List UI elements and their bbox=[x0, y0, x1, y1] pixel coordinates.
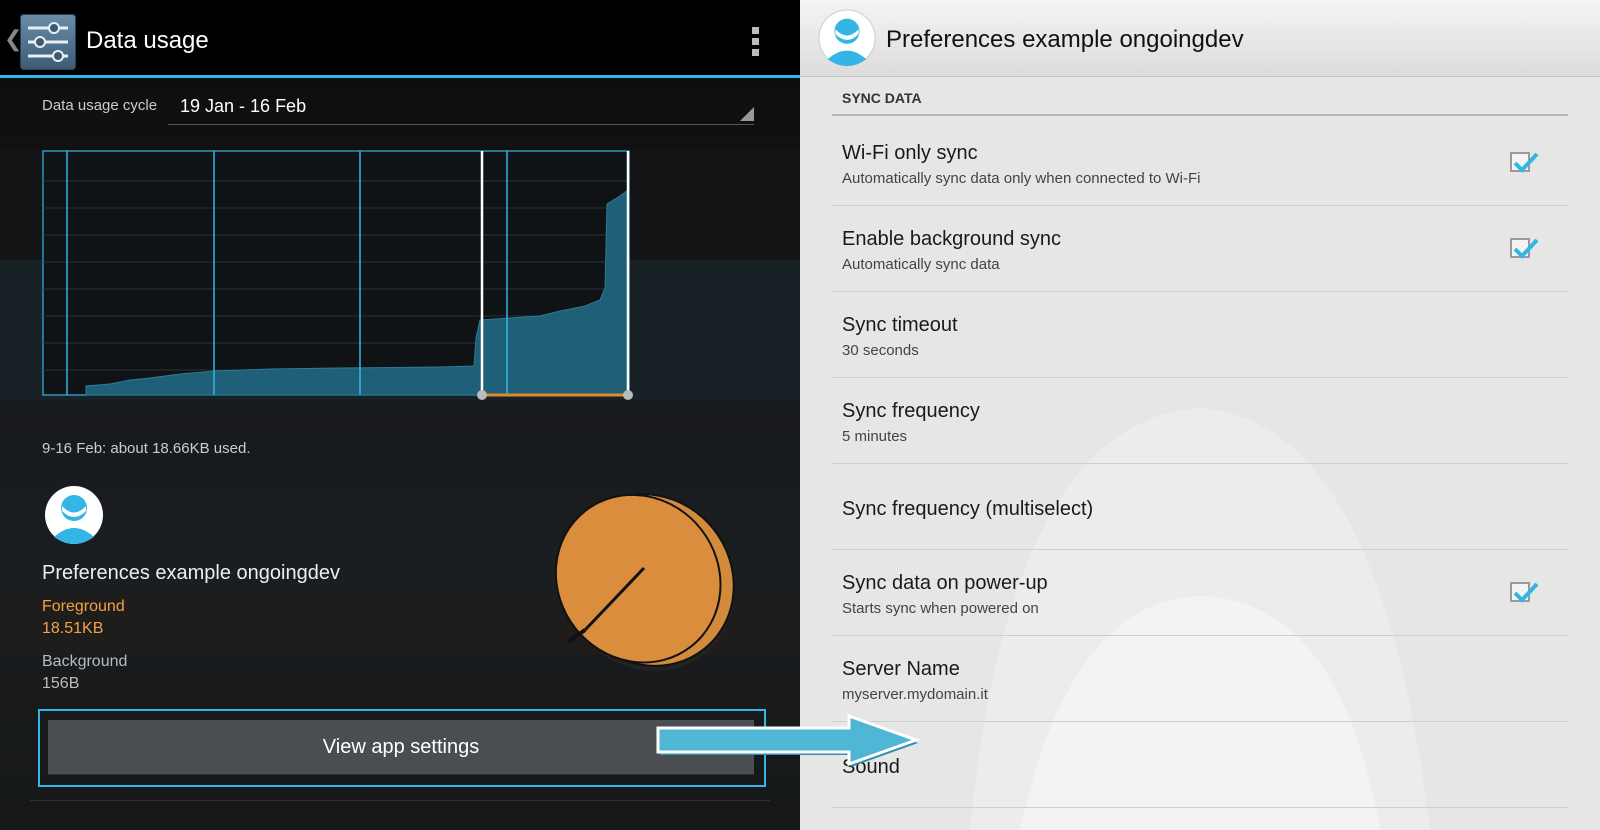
pref-title: Sync timeout bbox=[842, 314, 958, 336]
background-value: 156B bbox=[42, 675, 80, 692]
foreground-value: 18.51KB bbox=[42, 620, 104, 637]
action-bar-title: Preferences example ongoingdev bbox=[886, 26, 1244, 53]
pref-title: Enable background sync bbox=[842, 228, 1062, 250]
navigation-arrow-icon bbox=[656, 713, 921, 767]
pref-title: Sync frequency (multiselect) bbox=[842, 498, 1094, 520]
checkbox-checked-icon[interactable] bbox=[1510, 152, 1539, 173]
pref-title: Wi-Fi only sync bbox=[842, 142, 978, 164]
pref-sync-timeout[interactable]: Sync timeout 30 seconds bbox=[832, 292, 1568, 378]
pref-title: Sync frequency bbox=[842, 400, 980, 422]
data-usage-cycle-label: Data usage cycle bbox=[42, 97, 158, 114]
usage-pie-chart bbox=[554, 493, 735, 672]
divider bbox=[30, 800, 770, 801]
cycle-value: 19 Jan - 16 Feb bbox=[180, 96, 307, 116]
action-bar-title: Data usage bbox=[86, 27, 209, 54]
range-start-handle[interactable] bbox=[477, 390, 487, 400]
action-bar: Preferences example ongoingdev bbox=[800, 0, 1600, 77]
pref-summary: myserver.mydomain.it bbox=[842, 686, 988, 703]
checkbox-checked-icon[interactable] bbox=[1510, 238, 1539, 259]
overflow-menu-icon[interactable] bbox=[752, 27, 760, 59]
data-usage-screen: ❮ Data usage Data usage cycle 19 Jan - 1… bbox=[0, 0, 800, 830]
pref-title: Sync data on power-up bbox=[842, 572, 1048, 594]
usage-summary: 9-16 Feb: about 18.66KB used. bbox=[42, 440, 251, 457]
app-avatar-icon[interactable] bbox=[818, 9, 876, 67]
action-bar: ❮ Data usage bbox=[0, 0, 800, 78]
data-usage-cycle-spinner[interactable]: 19 Jan - 16 Feb bbox=[168, 90, 754, 125]
pref-sync-on-power-up[interactable]: Sync data on power-up Starts sync when p… bbox=[832, 550, 1568, 636]
pref-wifi-only-sync[interactable]: Wi-Fi only sync Automatically sync data … bbox=[832, 120, 1568, 206]
pref-title: Server Name bbox=[842, 658, 960, 680]
pref-sync-frequency-multiselect[interactable]: Sync frequency (multiselect) bbox=[832, 464, 1568, 550]
preferences-screen: Preferences example ongoingdev SYNC DATA… bbox=[800, 0, 1600, 830]
settings-sliders-icon[interactable] bbox=[20, 14, 76, 70]
pref-enable-background-sync[interactable]: Enable background sync Automatically syn… bbox=[832, 206, 1568, 292]
checkbox-checked-icon[interactable] bbox=[1510, 582, 1539, 603]
app-name: Preferences example ongoingdev bbox=[42, 562, 340, 584]
pref-summary: 5 minutes bbox=[842, 428, 908, 445]
background-label: Background bbox=[42, 653, 128, 670]
view-app-settings-button[interactable]: View app settings bbox=[48, 720, 754, 774]
dropdown-arrow-icon bbox=[740, 107, 754, 121]
pref-server-name[interactable]: Server Name myserver.mydomain.it bbox=[832, 636, 1568, 722]
section-header: SYNC DATA bbox=[832, 90, 1568, 116]
pref-summary: Automatically sync data bbox=[842, 256, 1000, 273]
foreground-label: Foreground bbox=[42, 598, 125, 615]
pref-summary: Automatically sync data only when connec… bbox=[842, 170, 1201, 187]
pref-summary: 30 seconds bbox=[842, 342, 919, 359]
data-usage-chart[interactable] bbox=[40, 148, 646, 410]
app-avatar-icon bbox=[45, 486, 103, 544]
pref-sound[interactable]: Sound bbox=[832, 722, 1568, 808]
pref-summary: Starts sync when powered on bbox=[842, 600, 1039, 617]
range-end-handle[interactable] bbox=[623, 390, 633, 400]
pref-sync-frequency[interactable]: Sync frequency 5 minutes bbox=[832, 378, 1568, 464]
